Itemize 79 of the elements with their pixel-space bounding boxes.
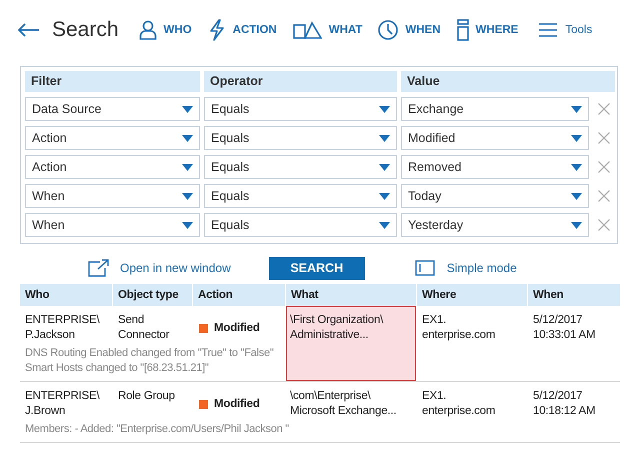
table-cell-text: 5/12/2017 10:18:12 AM bbox=[532, 389, 596, 419]
nav-tab[interactable]: WHO bbox=[138, 20, 192, 40]
column-header: Who bbox=[20, 284, 112, 306]
external-window-icon bbox=[88, 259, 110, 277]
caret-icon bbox=[379, 164, 390, 170]
table-cell-text: 5/12/2017 10:33:01 AM bbox=[532, 313, 596, 343]
operator-dropdown[interactable]: Equals bbox=[204, 184, 397, 208]
change-detail: DNS Routing Enabled changed from "True" to "False" bbox=[25, 346, 275, 361]
filter-dropdown[interactable]: When bbox=[25, 213, 200, 237]
simple-mode-link[interactable]: Simple mode bbox=[414, 260, 517, 276]
caret-icon bbox=[379, 192, 390, 200]
change-detail: Smart Hosts changed to "[68.23.51.21]" bbox=[25, 361, 210, 376]
caret-icon bbox=[182, 106, 193, 112]
table-cell-text: Role Group bbox=[117, 389, 176, 404]
column-header: Value bbox=[401, 71, 615, 92]
lightning-icon bbox=[208, 19, 226, 41]
nav-tab[interactable]: WHEN bbox=[378, 20, 441, 40]
table-cell-text: EX1. enterprise.com bbox=[421, 313, 496, 343]
change-detail: Members: - Added: "Enterprise.com/Users/Phil Jackson " bbox=[25, 422, 290, 437]
close-icon bbox=[598, 103, 610, 115]
caret-icon bbox=[571, 106, 582, 112]
value-dropdown[interactable]: Today bbox=[401, 184, 589, 208]
value-dropdown[interactable]: Exchange bbox=[401, 97, 589, 121]
operator-dropdown[interactable]: Equals bbox=[204, 155, 397, 179]
column-header: What bbox=[286, 284, 416, 306]
table-cell-text: Send Connector bbox=[117, 313, 170, 343]
caret-icon bbox=[571, 222, 582, 228]
caret-icon bbox=[379, 222, 390, 228]
panels-icon bbox=[456, 19, 469, 41]
caret-icon bbox=[379, 134, 390, 142]
caret-icon bbox=[182, 164, 193, 170]
column-header: Action bbox=[193, 284, 285, 306]
table-cell-text: ENTERPRISE\ J.Brown bbox=[24, 389, 101, 419]
column-header: Where bbox=[417, 284, 527, 306]
nav-tab[interactable]: WHERE bbox=[456, 19, 518, 41]
close-icon bbox=[598, 219, 610, 231]
value-dropdown[interactable]: Removed bbox=[401, 155, 589, 179]
action-label: Modified bbox=[214, 320, 260, 336]
person-icon bbox=[138, 20, 157, 40]
menu-icon bbox=[538, 22, 558, 38]
column-header: When bbox=[528, 284, 620, 306]
clock-icon bbox=[378, 20, 398, 40]
tools-button[interactable]: Tools bbox=[538, 22, 592, 38]
back-arrow-icon bbox=[18, 23, 40, 37]
filter-dropdown[interactable]: When bbox=[25, 184, 200, 208]
filter-dropdown[interactable]: Action bbox=[25, 126, 200, 150]
nav-tab[interactable]: WHAT bbox=[292, 21, 362, 39]
table-cell[interactable]: \com\Enterprise\ Microsoft Exchange... bbox=[286, 382, 416, 419]
close-icon bbox=[598, 190, 610, 202]
panel-icon bbox=[414, 260, 435, 276]
table-cell-text: ENTERPRISE\ P.Jackson bbox=[24, 313, 101, 343]
search-button[interactable]: SEARCH bbox=[268, 256, 365, 280]
value-dropdown[interactable]: Modified bbox=[401, 126, 589, 150]
back-button[interactable] bbox=[18, 23, 40, 37]
page-title: Search bbox=[52, 18, 119, 42]
shapes-icon bbox=[292, 21, 322, 39]
table-cell[interactable]: \First Organization\ Administrative... bbox=[286, 306, 416, 381]
caret-icon bbox=[571, 134, 582, 142]
close-icon bbox=[598, 132, 610, 144]
filter-dropdown[interactable]: Data Source bbox=[25, 97, 200, 121]
close-icon bbox=[598, 161, 610, 173]
open-window-link[interactable]: Open in new window bbox=[88, 259, 231, 277]
caret-icon bbox=[182, 134, 193, 142]
table-cell-text: EX1. enterprise.com bbox=[421, 389, 496, 419]
filter-dropdown[interactable]: Action bbox=[25, 155, 200, 179]
operator-dropdown[interactable]: Equals bbox=[204, 126, 397, 150]
operator-dropdown[interactable]: Equals bbox=[204, 213, 397, 237]
caret-icon bbox=[571, 192, 582, 200]
caret-icon bbox=[182, 192, 193, 200]
nav-tab[interactable]: ACTION bbox=[208, 19, 277, 41]
column-header: Object type bbox=[113, 284, 192, 306]
caret-icon bbox=[182, 222, 193, 228]
action-label: Modified bbox=[214, 396, 260, 412]
caret-icon bbox=[379, 106, 390, 112]
column-header: Filter bbox=[25, 71, 200, 92]
caret-icon bbox=[571, 164, 582, 170]
operator-dropdown[interactable]: Equals bbox=[204, 97, 397, 121]
column-header: Operator bbox=[204, 71, 397, 92]
value-dropdown[interactable]: Yesterday bbox=[401, 213, 589, 237]
